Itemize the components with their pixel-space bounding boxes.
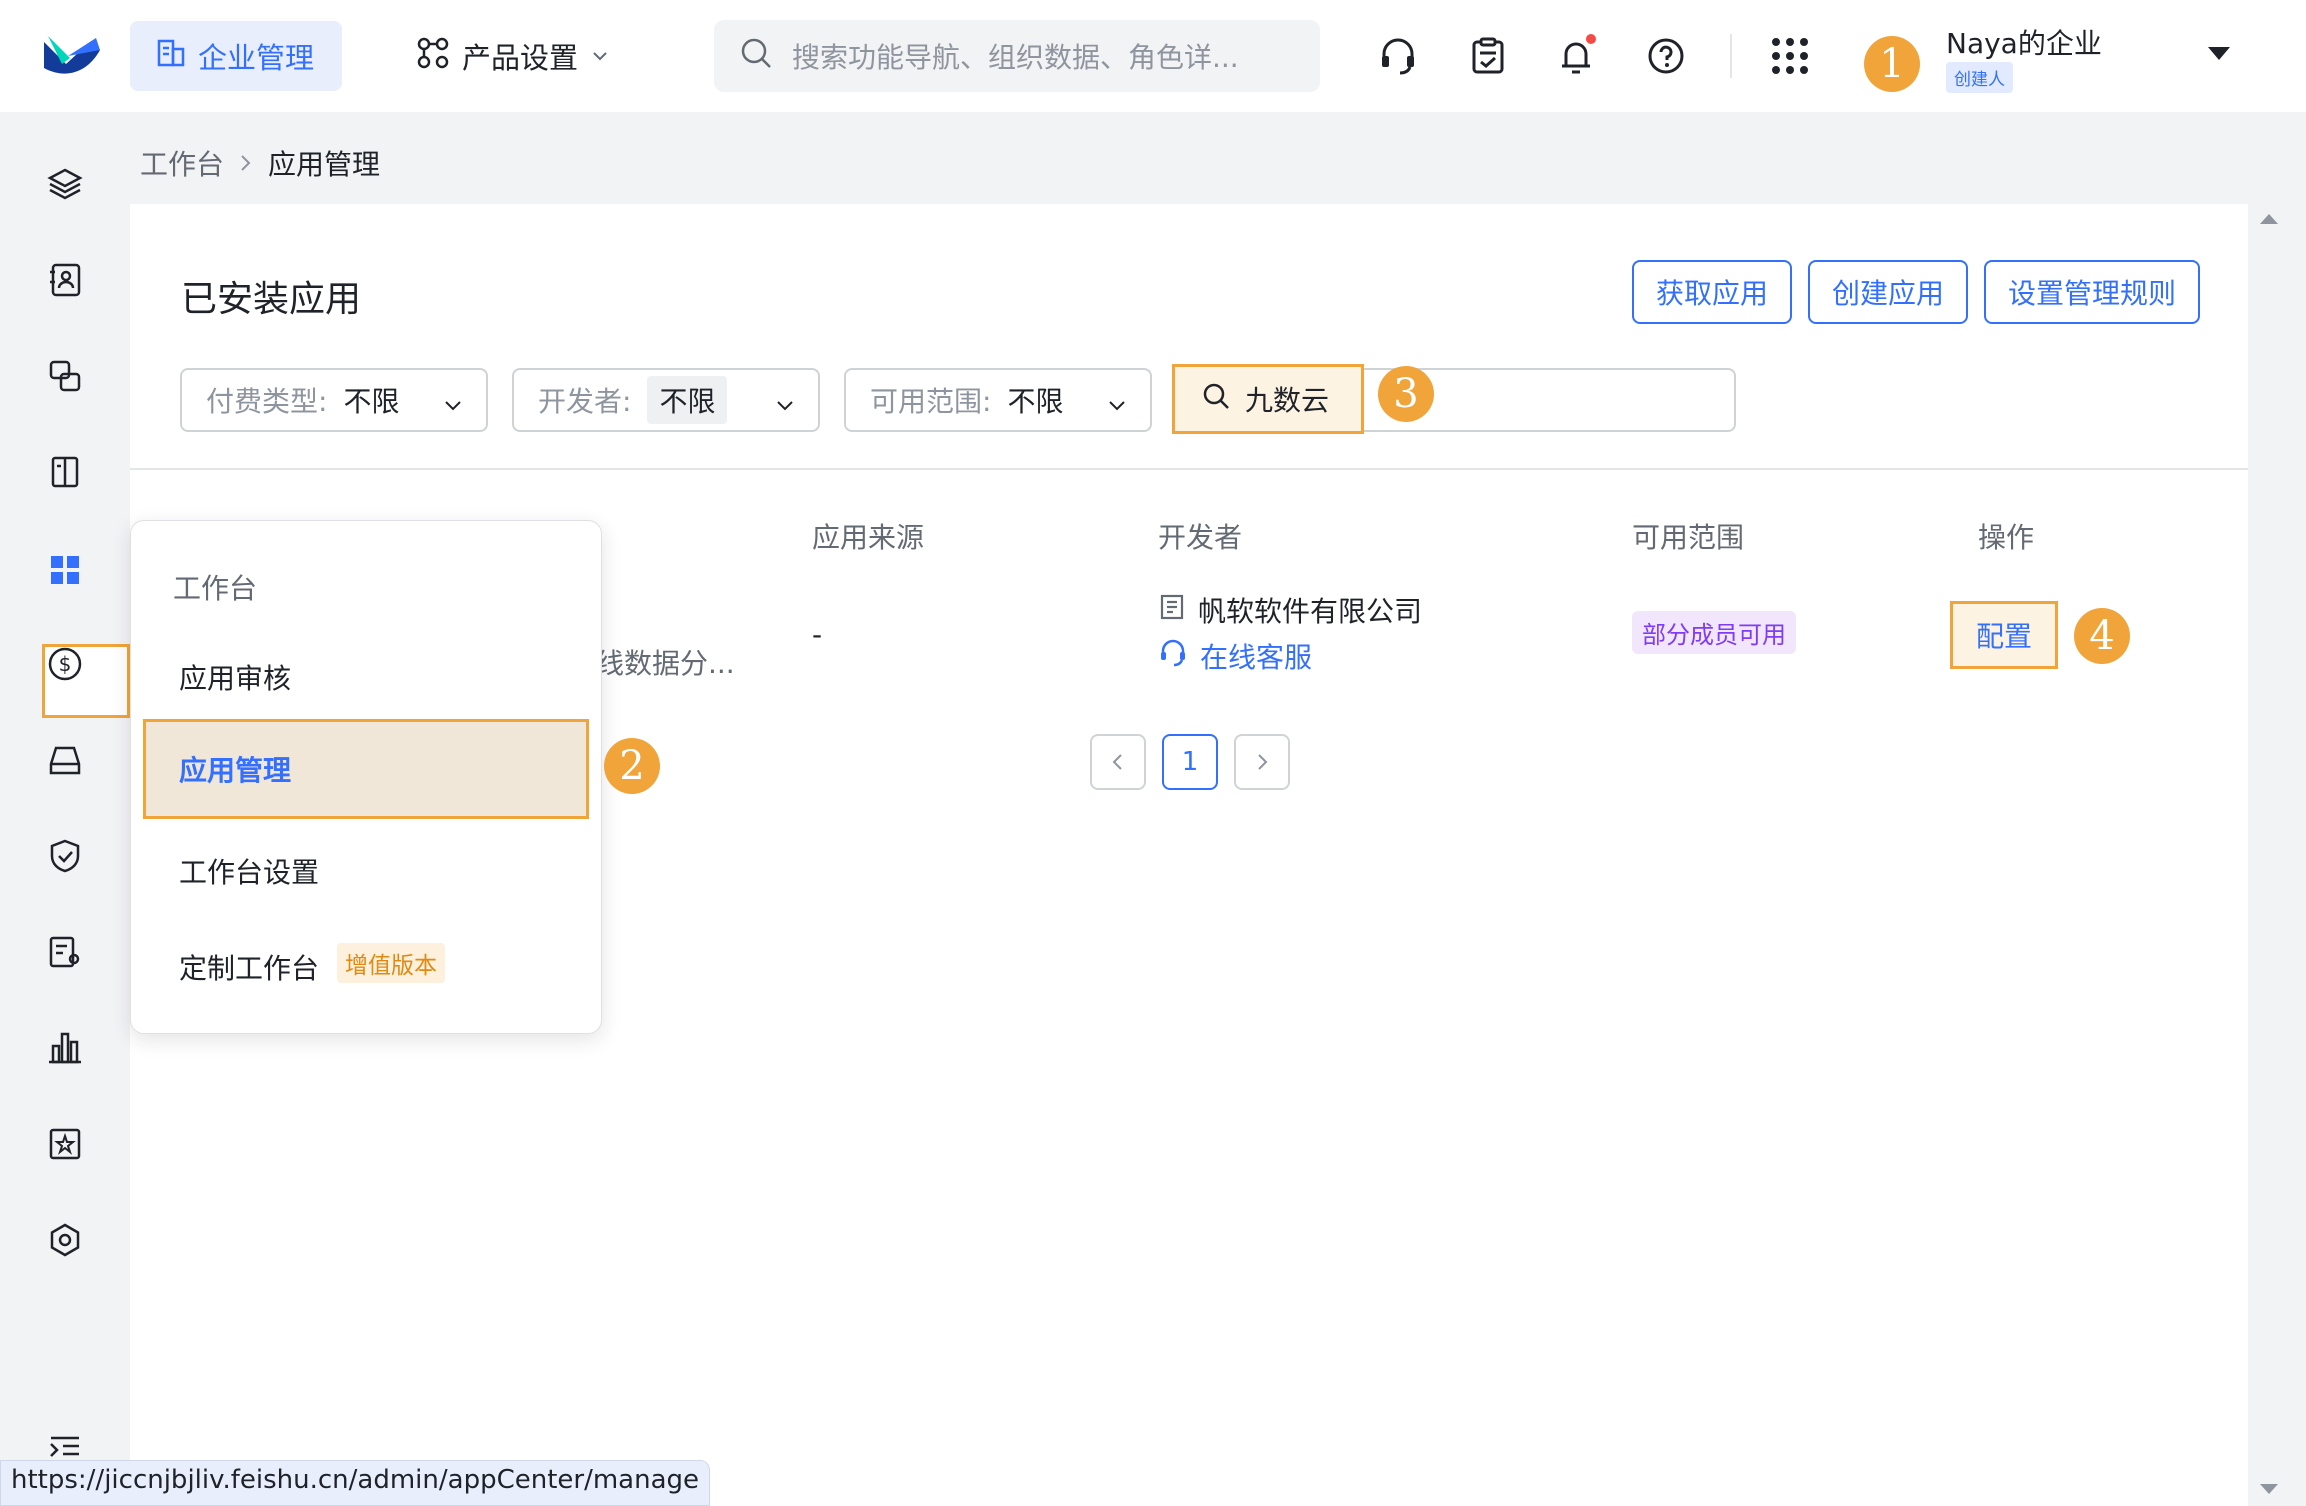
menu-item-app-review[interactable]: 应用审核 — [179, 657, 291, 697]
page-title: 已安装应用 — [181, 279, 362, 320]
scroll-down-arrow-icon[interactable] — [2260, 1484, 2278, 1494]
create-app-button[interactable]: 创建应用 — [1808, 260, 1968, 324]
premium-badge: 增值版本 — [337, 943, 445, 983]
menu-item-app-management[interactable]: 应用管理 — [143, 719, 589, 819]
org-switch-caret-icon[interactable] — [2208, 47, 2230, 60]
search-placeholder: 搜索功能导航、组织数据、角色详... — [792, 41, 1239, 74]
menu-item-workplace-settings[interactable]: 工作台设置 — [179, 851, 319, 891]
sidebar-workplace-icon[interactable] — [43, 548, 87, 592]
support-label: 在线客服 — [1200, 641, 1313, 674]
page-number[interactable]: 1 — [1162, 734, 1218, 790]
help-icon[interactable] — [1642, 32, 1690, 80]
product-settings-icon — [416, 36, 450, 77]
company-icon — [1158, 593, 1186, 628]
chevron-right-icon — [238, 147, 254, 180]
column-header-action: 操作 — [1978, 521, 2035, 554]
search-icon — [738, 35, 774, 78]
feishu-logo-icon[interactable] — [40, 28, 104, 84]
next-page-button[interactable] — [1234, 734, 1290, 790]
chevron-down-icon — [774, 390, 796, 423]
developer-name: 帆软软件有限公司 — [1198, 595, 1423, 628]
approval-clipboard-icon[interactable] — [1464, 32, 1512, 80]
manage-rules-button[interactable]: 设置管理规则 — [1984, 260, 2200, 324]
step-callout-2: 2 — [604, 738, 660, 794]
sidebar-favorites-icon[interactable] — [43, 1122, 87, 1166]
filter-value: 不限 — [343, 385, 400, 418]
global-search-input[interactable]: 搜索功能导航、组织数据、角色详... — [714, 20, 1320, 92]
filter-scope[interactable]: 可用范围: 不限 — [844, 368, 1152, 432]
configure-button[interactable]: 配置 — [1950, 601, 2058, 669]
menu-item-custom-workplace[interactable]: 定制工作台 — [179, 947, 319, 987]
filter-label: 可用范围: — [870, 385, 992, 418]
chevron-down-icon — [590, 39, 610, 73]
top-bar: 企业管理 产品设置 搜索功能导航、组织数据、角色详... 1 Naya的企业 创… — [0, 0, 2306, 112]
breadcrumb: 工作台 应用管理 — [140, 143, 380, 183]
online-support-link[interactable]: 在线客服 — [1158, 636, 1312, 676]
left-sidebar: 1 $ — [0, 112, 192, 1506]
org-role-badge: 创建人 — [1946, 62, 2013, 93]
chevron-down-icon — [442, 390, 464, 423]
notification-bell-icon[interactable] — [1552, 32, 1600, 80]
sidebar-security-icon[interactable] — [43, 834, 87, 878]
nav-enterprise-management[interactable]: 企业管理 — [130, 21, 342, 91]
app-source: - — [812, 618, 823, 651]
app-description: 线数据分... — [596, 647, 735, 680]
sidebar-layers-icon[interactable] — [43, 162, 87, 206]
step-callout-3: 3 — [1378, 366, 1434, 422]
nav-product-settings[interactable]: 产品设置 — [416, 21, 610, 91]
search-icon — [1201, 381, 1231, 418]
filter-developer[interactable]: 开发者: 不限 — [512, 368, 820, 432]
chevron-down-icon — [1106, 390, 1128, 423]
sidebar-settings-icon[interactable] — [43, 1218, 87, 1262]
vertical-scrollbar[interactable] — [2248, 204, 2306, 1506]
toolbar-divider — [1730, 34, 1732, 78]
filter-label: 付费类型: — [206, 385, 328, 418]
search-value: 九数云 — [1245, 384, 1330, 417]
sidebar-analytics-icon[interactable] — [43, 1026, 87, 1070]
unread-dot — [1584, 32, 1598, 46]
headset-icon — [1158, 638, 1188, 675]
sidebar-billing-icon[interactable]: $ — [43, 642, 87, 686]
svg-text:$: $ — [59, 652, 72, 676]
scroll-up-arrow-icon[interactable] — [2260, 214, 2278, 224]
sidebar-audit-icon[interactable] — [43, 930, 87, 974]
sidebar-contacts-icon[interactable] — [43, 258, 87, 302]
sidebar-org-icon[interactable] — [43, 450, 87, 494]
filter-value: 不限 — [647, 376, 728, 424]
sidebar-link-icon[interactable] — [43, 354, 87, 398]
developer-cell: 帆软软件有限公司 — [1158, 590, 1422, 630]
filter-value: 不限 — [1007, 385, 1064, 418]
prev-page-button[interactable] — [1090, 734, 1146, 790]
get-app-button[interactable]: 获取应用 — [1632, 260, 1792, 324]
filter-payment-type[interactable]: 付费类型: 不限 — [180, 368, 488, 432]
status-bar-url: https://jiccnjbjliv.feishu.cn/admin/appC… — [0, 1460, 711, 1506]
scope-tag: 部分成员可用 — [1632, 611, 1796, 654]
breadcrumb-root[interactable]: 工作台 — [140, 143, 224, 183]
org-name[interactable]: Naya的企业 — [1946, 22, 2102, 62]
app-grid-icon[interactable] — [1766, 32, 1814, 80]
sidebar-storage-icon[interactable] — [43, 738, 87, 782]
workplace-flyout-menu: 工作台 应用审核 应用管理 工作台设置 定制工作台 增值版本 — [130, 520, 602, 1034]
app-search-highlight[interactable]: 九数云 — [1172, 364, 1364, 434]
column-header-developer: 开发者 — [1158, 521, 1243, 554]
building-icon — [156, 38, 186, 75]
step-callout-4: 4 — [2074, 608, 2130, 664]
breadcrumb-current: 应用管理 — [268, 148, 381, 181]
nav-product-label: 产品设置 — [462, 41, 579, 75]
column-header-source: 应用来源 — [812, 521, 925, 554]
nav-enterprise-label: 企业管理 — [198, 41, 315, 75]
filter-label: 开发者: — [538, 385, 632, 418]
menu-header: 工作台 — [173, 572, 258, 605]
step-callout-1-top: 1 — [1864, 36, 1920, 92]
customer-service-icon[interactable] — [1374, 32, 1422, 80]
header-divider — [130, 468, 2248, 470]
column-header-scope: 可用范围 — [1632, 521, 1745, 554]
